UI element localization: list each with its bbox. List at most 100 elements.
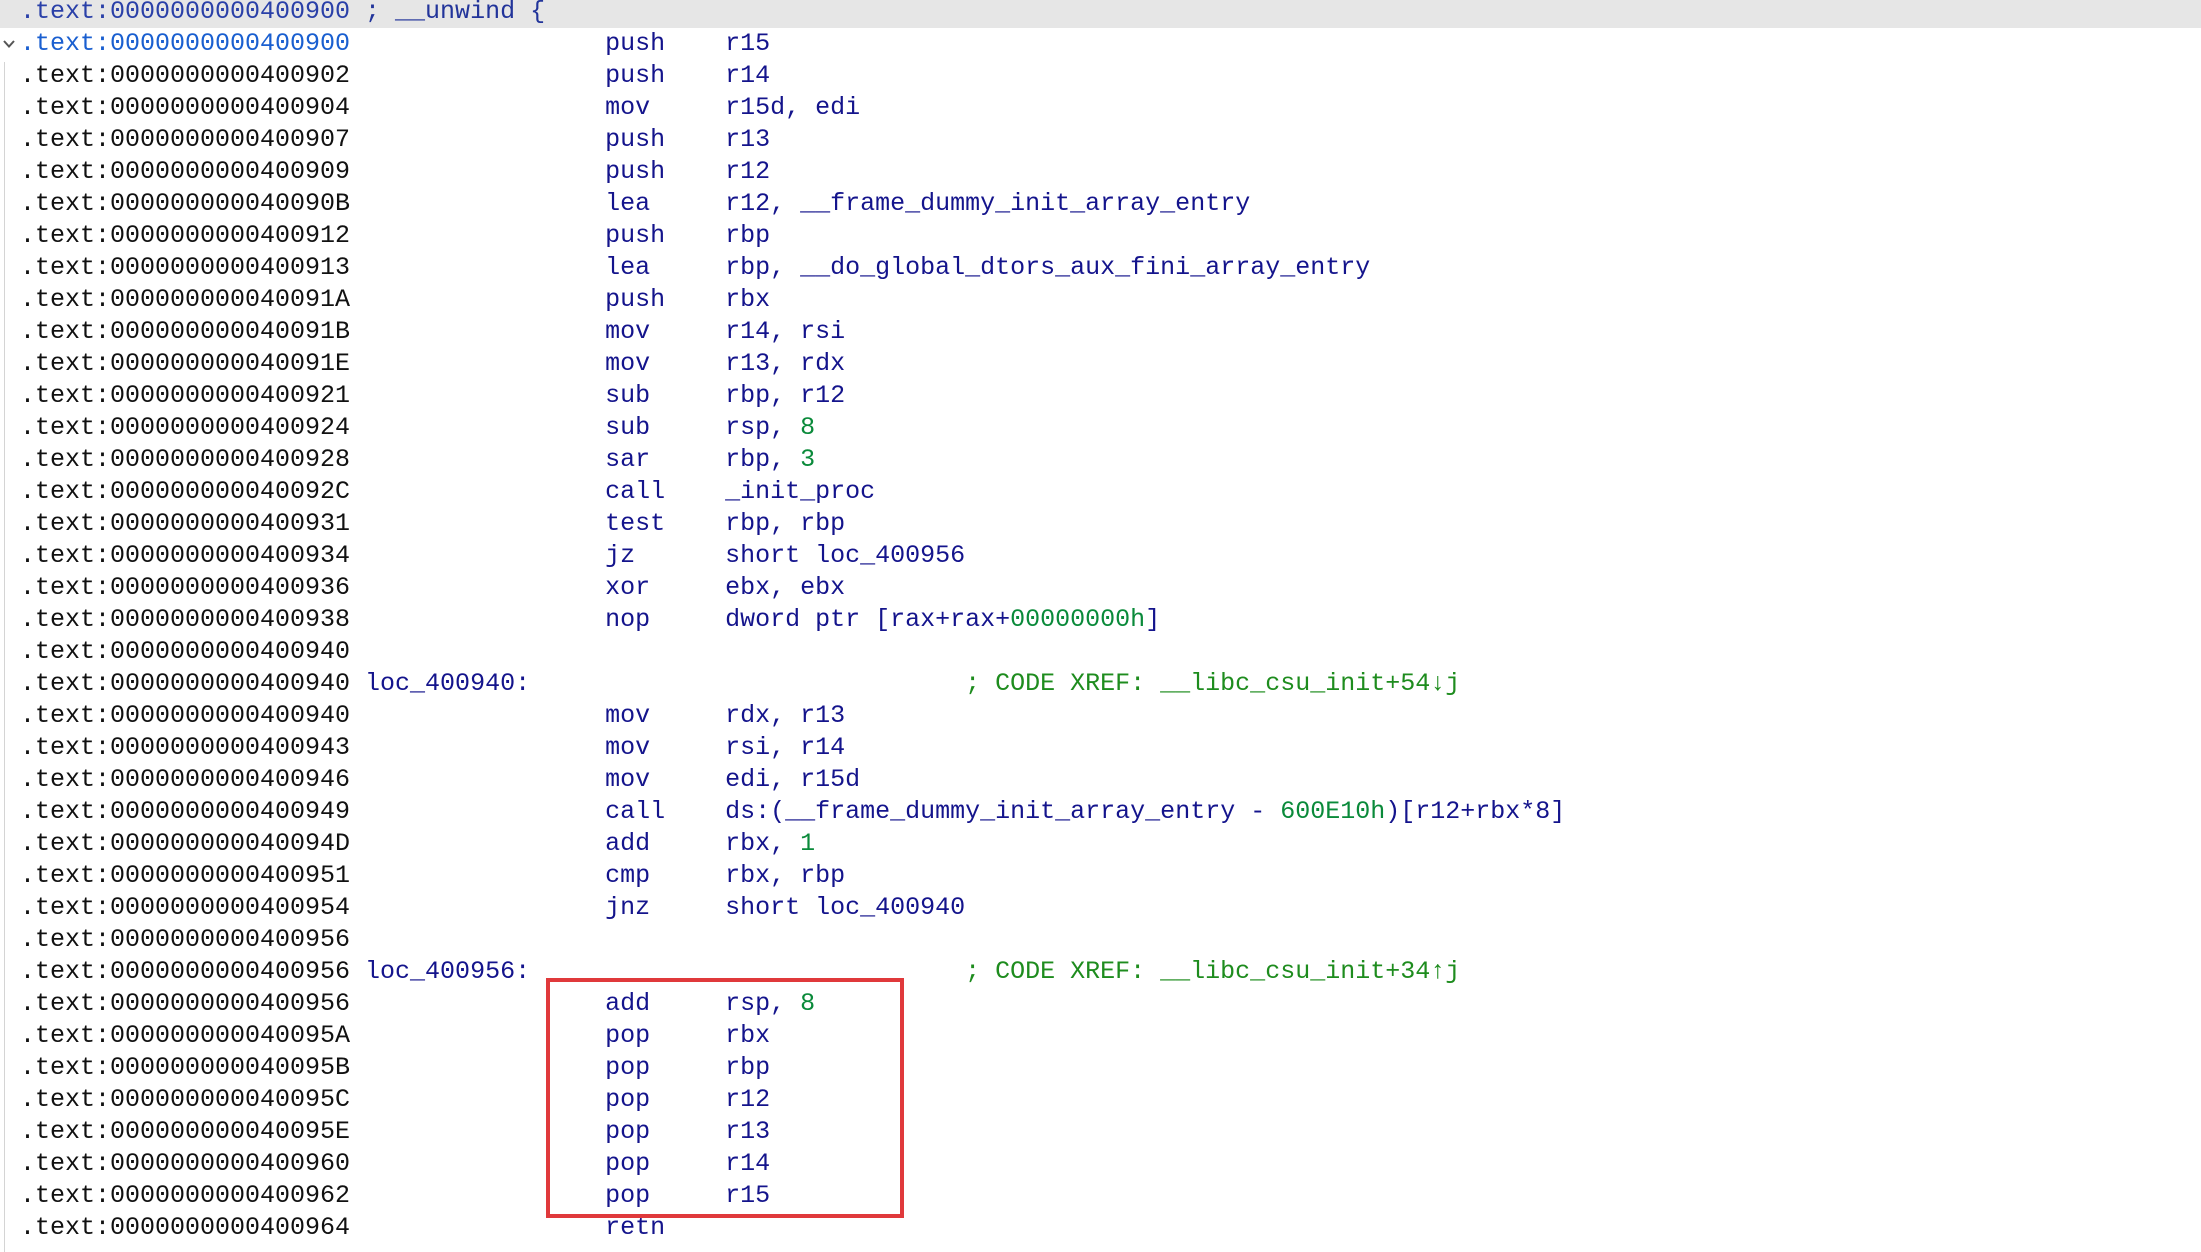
disasm-line[interactable]: .text:0000000000400951 cmp rbx, rbp: [0, 860, 2201, 892]
disasm-line[interactable]: .text:0000000000400931 test rbp, rbp: [0, 508, 2201, 540]
line-address: .text:000000000040092C: [20, 477, 351, 506]
instruction-operands: r13: [725, 1116, 770, 1148]
disasm-line[interactable]: .text:0000000000400907 push r13: [0, 124, 2201, 156]
disasm-line[interactable]: .text:0000000000400943 mov rsi, r14: [0, 732, 2201, 764]
disasm-line[interactable]: .text:000000000040095E pop r13: [0, 1116, 2201, 1148]
operand-text: ds:(: [725, 797, 786, 826]
instruction-mnemonic: sub: [605, 413, 651, 442]
disasm-line[interactable]: .text:0000000000400940 mov rdx, r13: [0, 700, 2201, 732]
line-address: .text:0000000000400940: [20, 637, 351, 666]
disasm-line[interactable]: .text:0000000000400924 sub rsp, 8: [0, 412, 2201, 444]
disasm-line[interactable]: .text:0000000000400949 call ds:(__frame_du…: [0, 796, 2201, 828]
operand-text: r15: [725, 1181, 771, 1210]
instruction-mnemonic: call: [605, 477, 666, 506]
disasm-line[interactable]: .text:000000000040095B pop rbp: [0, 1052, 2201, 1084]
disasm-line[interactable]: .text:0000000000400964 retn: [0, 1212, 2201, 1244]
instruction-operands: rsp, 8: [725, 412, 815, 444]
disasm-line[interactable]: .text:0000000000400940 loc_400940: ; CODE …: [0, 668, 2201, 700]
operand-text: r15: [725, 29, 771, 58]
disasm-line[interactable]: .text:0000000000400956 add rsp, 8: [0, 988, 2201, 1020]
instruction-operands: _init_proc: [725, 476, 875, 508]
line-address: .text:0000000000400951: [20, 861, 351, 890]
disasm-line[interactable]: .text:0000000000400940: [0, 636, 2201, 668]
disasm-line[interactable]: .text:0000000000400962 pop r15: [0, 1180, 2201, 1212]
operand-text: rbp,: [725, 445, 801, 474]
instruction-mnemonic: mov: [605, 93, 651, 122]
disasm-line[interactable]: .text:0000000000400956 loc_400956: ; CODE …: [0, 956, 2201, 988]
disasm-line[interactable]: .text:000000000040090B lea r12, __frame_du…: [0, 188, 2201, 220]
instruction-mnemonic: xor: [605, 573, 651, 602]
instruction-operands: r12, __frame_dummy_init_array_entry: [725, 188, 1250, 220]
instruction-mnemonic: pop: [605, 1149, 651, 1178]
code-label[interactable]: loc_400956:: [365, 956, 530, 988]
disasm-line[interactable]: .text:0000000000400900 ; __unwind {: [0, 0, 2201, 28]
instruction-operands: r14, rsi: [725, 316, 845, 348]
disasm-line[interactable]: .text:000000000040091E mov r13, rdx: [0, 348, 2201, 380]
operand-text: rsi, r14: [725, 733, 846, 762]
disassembly-listing[interactable]: .text:0000000000400900; __unwind {.text:…: [0, 0, 2201, 1252]
disasm-line[interactable]: .text:0000000000400921 sub rbp, r12: [0, 380, 2201, 412]
line-address: .text:0000000000400900: [20, 29, 351, 58]
instruction-operands: rbx, rbp: [725, 860, 845, 892]
disasm-line[interactable]: .text:000000000040091A push rbx: [0, 284, 2201, 316]
disasm-line[interactable]: .text:0000000000400909 push r12: [0, 156, 2201, 188]
disasm-line[interactable]: .text:000000000040095C pop r12: [0, 1084, 2201, 1116]
disasm-line[interactable]: .text:0000000000400902 push r14: [0, 60, 2201, 92]
disasm-line[interactable]: .text:0000000000400934 jz short loc_400956: [0, 540, 2201, 572]
disasm-line[interactable]: .text:000000000040091B mov r14, rsi: [0, 316, 2201, 348]
instruction-operands: r14: [725, 1148, 770, 1180]
line-address: .text:000000000040090B: [20, 189, 351, 218]
disasm-line[interactable]: .text:0000000000400956: [0, 924, 2201, 956]
instruction-mnemonic: retn: [605, 1213, 666, 1242]
line-address: .text:0000000000400954: [20, 893, 351, 922]
operand-text: r13, rdx: [725, 349, 846, 378]
disasm-line[interactable]: .text:0000000000400913 lea rbp, __do_globa…: [0, 252, 2201, 284]
line-address: .text:0000000000400921: [20, 381, 351, 410]
symbol-reference[interactable]: _init_proc: [725, 477, 875, 506]
code-label[interactable]: loc_400940:: [365, 668, 530, 700]
disasm-line[interactable]: .text:000000000040095A pop rbx: [0, 1020, 2201, 1052]
operand-text: r13: [725, 125, 771, 154]
unwind-directive: ; __unwind {: [365, 0, 546, 26]
line-address: .text:0000000000400924: [20, 413, 351, 442]
instruction-mnemonic: mov: [605, 317, 651, 346]
line-address: .text:0000000000400907: [20, 125, 351, 154]
disasm-line[interactable]: .text:0000000000400904 mov r15d, edi: [0, 92, 2201, 124]
operand-text: rsp,: [725, 989, 801, 1018]
operand-text: )[r12+rbx*8]: [1385, 797, 1566, 826]
disasm-line[interactable]: .text:0000000000400938 nop dword ptr [rax+…: [0, 604, 2201, 636]
disasm-line[interactable]: .text:000000000040094D add rbx, 1: [0, 828, 2201, 860]
line-address: .text:0000000000400964: [20, 1213, 351, 1242]
line-address: .text:000000000040091E: [20, 349, 351, 378]
disasm-line[interactable]: .text:0000000000400912 push rbp: [0, 220, 2201, 252]
operand-text: r15d, edi: [725, 93, 861, 122]
instruction-mnemonic: mov: [605, 765, 651, 794]
instruction-operands: rsp, 8: [725, 988, 815, 1020]
instruction-mnemonic: test: [605, 509, 666, 538]
disasm-line[interactable]: .text:0000000000400928 sar rbp, 3: [0, 444, 2201, 476]
disasm-line[interactable]: .text:0000000000400900 push r15: [0, 28, 2201, 60]
disasm-line[interactable]: .text:000000000040092C call _init_proc: [0, 476, 2201, 508]
symbol-reference[interactable]: __do_global_dtors_aux_fini_array_entry: [800, 253, 1370, 282]
instruction-mnemonic: push: [605, 125, 666, 154]
symbol-reference[interactable]: __frame_dummy_init_array_entry: [785, 797, 1235, 826]
disasm-line[interactable]: .text:0000000000400936 xor ebx, ebx: [0, 572, 2201, 604]
symbol-reference[interactable]: loc_400956: [815, 541, 965, 570]
line-address: .text:0000000000400936: [20, 573, 351, 602]
disasm-line[interactable]: .text:0000000000400954 jnz short loc_40094…: [0, 892, 2201, 924]
line-address: .text:000000000040095A: [20, 1021, 351, 1050]
instruction-operands: short loc_400940: [725, 892, 965, 924]
symbol-reference[interactable]: loc_400940: [815, 893, 965, 922]
disasm-line[interactable]: .text:0000000000400960 pop r14: [0, 1148, 2201, 1180]
instruction-mnemonic: nop: [605, 605, 651, 634]
line-address: .text:0000000000400931: [20, 509, 351, 538]
instruction-operands: rsi, r14: [725, 732, 845, 764]
symbol-reference[interactable]: __frame_dummy_init_array_entry: [800, 189, 1250, 218]
instruction-operands: rbp: [725, 1052, 770, 1084]
instruction-operands: r13: [725, 124, 770, 156]
line-address: .text:000000000040094D: [20, 829, 351, 858]
chevron-down-icon[interactable]: [1, 38, 17, 50]
line-address: .text:0000000000400960: [20, 1149, 351, 1178]
operand-text: rbp: [725, 221, 771, 250]
disasm-line[interactable]: .text:0000000000400946 mov edi, r15d: [0, 764, 2201, 796]
